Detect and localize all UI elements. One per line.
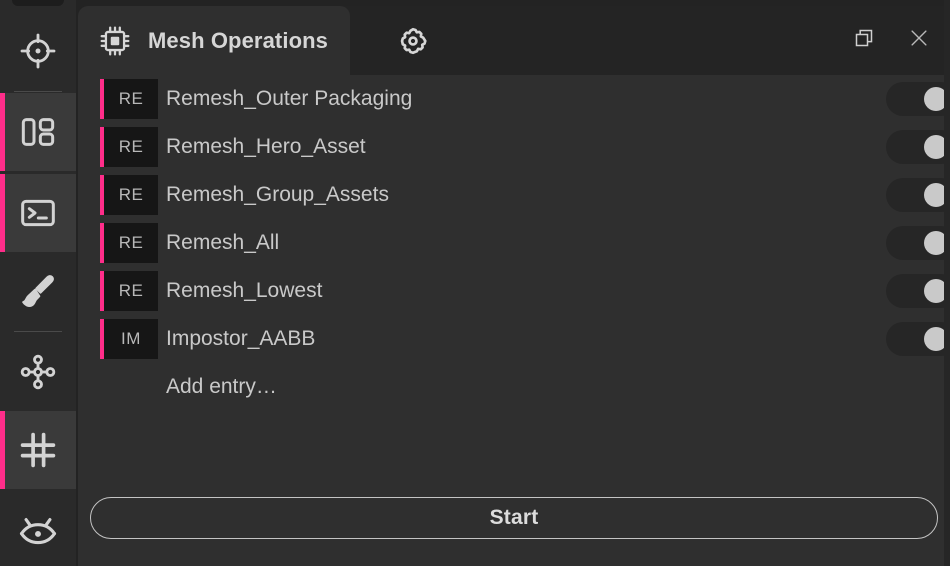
- table-row[interactable]: RE Remesh_All: [78, 219, 950, 267]
- row-enable-toggle[interactable]: [886, 226, 950, 260]
- row-label: Remesh_Hero_Asset: [166, 135, 366, 158]
- restore-window-icon: [853, 26, 877, 55]
- add-entry-row[interactable]: Add entry…: [78, 363, 950, 411]
- row-enable-toggle[interactable]: [886, 178, 950, 212]
- row-type-badge: IM: [104, 319, 158, 359]
- eye-icon: [17, 507, 59, 549]
- row-enable-toggle[interactable]: [886, 130, 950, 164]
- sidebar-item-grid[interactable]: [0, 411, 76, 489]
- row-label: Remesh_Lowest: [166, 279, 323, 302]
- rail-top-handle: [12, 0, 64, 6]
- window-controls: [852, 6, 932, 75]
- row-enable-toggle[interactable]: [886, 82, 950, 116]
- panel-titlebar: Mesh Operations: [78, 6, 950, 75]
- row-type-badge: RE: [104, 223, 158, 263]
- rail-divider-1: [14, 91, 62, 92]
- brush-icon: [18, 271, 58, 311]
- node-graph-icon: [18, 352, 58, 392]
- target-icon: [18, 31, 58, 71]
- table-row[interactable]: RE Remesh_Group_Assets: [78, 171, 950, 219]
- row-type-badge: RE: [104, 175, 158, 215]
- row-enable-toggle[interactable]: [886, 274, 950, 308]
- sidebar-icon-rail: [0, 0, 76, 566]
- sidebar-item-brush[interactable]: [0, 252, 76, 330]
- row-label: Remesh_All: [166, 231, 280, 254]
- tab-settings[interactable]: [375, 6, 451, 75]
- layout-icon: [18, 112, 58, 152]
- close-icon: [908, 27, 930, 54]
- rail-divider-2: [14, 331, 62, 332]
- row-type-badge: RE: [104, 127, 158, 167]
- gear-icon: [397, 25, 429, 57]
- tab-mesh-operations[interactable]: Mesh Operations: [78, 6, 350, 75]
- start-button-container: Start: [90, 497, 938, 539]
- sidebar-item-node-graph[interactable]: [0, 333, 76, 411]
- table-row[interactable]: RE Remesh_Lowest: [78, 267, 950, 315]
- terminal-icon: [18, 193, 58, 233]
- app-window: Mesh Operations RE Remesh_Outer Packagin…: [0, 0, 950, 566]
- sidebar-item-terminal[interactable]: [0, 174, 76, 252]
- add-entry-label: Add entry…: [166, 375, 277, 398]
- row-type-badge: RE: [104, 271, 158, 311]
- row-enable-toggle[interactable]: [886, 322, 950, 356]
- restore-window-button[interactable]: [852, 28, 878, 54]
- row-type-badge: RE: [104, 79, 158, 119]
- operations-list: RE Remesh_Outer Packaging RE Remesh_Hero_As…: [78, 75, 950, 411]
- panel-title: Mesh Operations: [148, 27, 328, 53]
- grid-icon: [17, 429, 59, 471]
- row-label: Impostor_AABB: [166, 327, 316, 350]
- close-button[interactable]: [906, 28, 932, 54]
- row-label: Remesh_Outer Packaging: [166, 87, 413, 110]
- table-row[interactable]: IM Impostor_AABB: [78, 315, 950, 363]
- table-row[interactable]: RE Remesh_Hero_Asset: [78, 123, 950, 171]
- panel-body: RE Remesh_Outer Packaging RE Remesh_Hero_As…: [78, 75, 950, 566]
- sidebar-item-target[interactable]: [0, 12, 76, 90]
- right-edge-strip: [944, 0, 950, 566]
- row-label: Remesh_Group_Assets: [166, 183, 389, 206]
- mesh-operations-panel: Mesh Operations RE Remesh_Outer Packagin…: [78, 6, 950, 566]
- chip-icon: [98, 24, 132, 58]
- sidebar-item-visibility[interactable]: [0, 489, 76, 566]
- start-button[interactable]: Start: [90, 497, 938, 539]
- table-row[interactable]: RE Remesh_Outer Packaging: [78, 75, 950, 123]
- sidebar-item-layout[interactable]: [0, 93, 76, 171]
